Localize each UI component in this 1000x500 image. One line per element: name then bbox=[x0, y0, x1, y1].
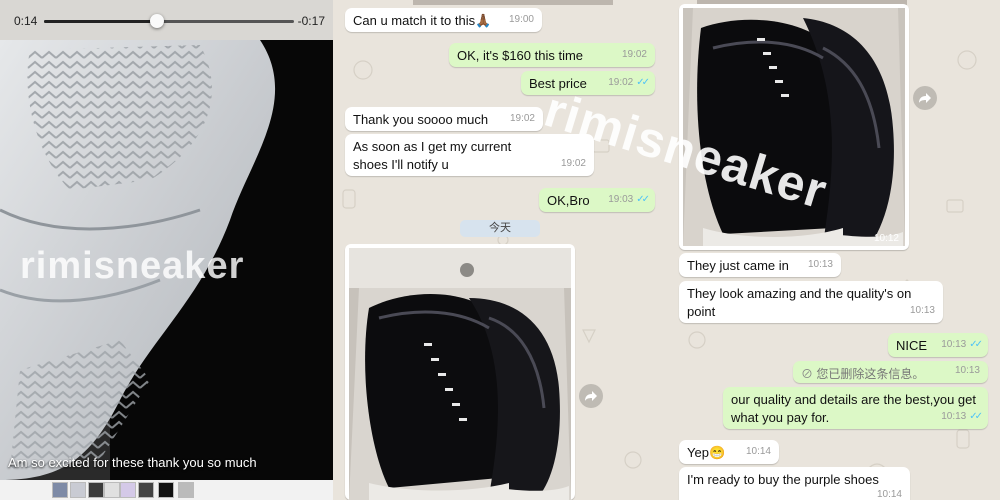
blocked-icon: ⊘ bbox=[801, 367, 817, 381]
chat-message-outgoing[interactable]: OK, it's $160 this time 19:02 bbox=[449, 43, 655, 67]
message-meta: 19:03 ✓✓ bbox=[608, 191, 650, 209]
forward-arrow-icon bbox=[919, 93, 931, 103]
chat-message-incoming[interactable]: Can u match it to this🙏🏾 19:00 bbox=[345, 8, 542, 32]
image-message[interactable] bbox=[345, 244, 575, 500]
day-divider: 今天 bbox=[460, 220, 540, 237]
message-meta: 10:13 ✓✓ bbox=[941, 336, 983, 354]
message-time: 19:00 bbox=[508, 14, 534, 25]
message-text: I'm ready to buy the purple shoes bbox=[687, 472, 879, 487]
message-time: 10:13 bbox=[941, 411, 967, 422]
thumbnail[interactable] bbox=[52, 482, 68, 498]
message-time: 10:13 bbox=[954, 365, 980, 376]
message-meta: 19:02 ✓✓ bbox=[608, 74, 650, 92]
message-time: 10:13 bbox=[909, 305, 935, 316]
chat-message-incoming[interactable]: As soon as I get my current shoes I'll n… bbox=[345, 134, 594, 176]
read-receipt-icon: ✓✓ bbox=[969, 339, 983, 350]
message-text: As soon as I get my current shoes I'll n… bbox=[353, 139, 512, 172]
forward-button[interactable] bbox=[579, 384, 603, 408]
image-time: 10:12 bbox=[873, 233, 899, 244]
message-time: 10:14 bbox=[745, 446, 771, 457]
message-time: 19:02 bbox=[560, 158, 586, 169]
read-receipt-icon: ✓✓ bbox=[969, 411, 983, 422]
story-caption: Am so excited for these thank you so muc… bbox=[8, 455, 257, 470]
thumbnail[interactable] bbox=[88, 482, 104, 498]
thumbnail-strip bbox=[0, 480, 333, 500]
video-scrubber-bar: 0:14 -0:17 bbox=[0, 0, 333, 40]
message-text: Thank you soooo much bbox=[353, 112, 489, 127]
chat-message-outgoing[interactable]: NICE 10:13 ✓✓ bbox=[888, 333, 988, 357]
chat-panel-middle: Can u match it to this🙏🏾 19:00 OK, it's … bbox=[333, 0, 667, 500]
video-story-panel: 0:14 -0:17 rimisneaker Am so excited for… bbox=[0, 0, 333, 500]
sneakers-in-box-photo bbox=[349, 248, 571, 500]
message-time: 10:13 bbox=[941, 339, 967, 350]
message-text: Yep😁 bbox=[687, 445, 726, 460]
chat-message-incoming[interactable]: Thank you soooo much 19:02 bbox=[345, 107, 543, 131]
message-text: Can u match it to this🙏🏾 bbox=[353, 13, 492, 28]
chat-message-outgoing-deleted[interactable]: ⊘ 您已删除这条信息。 10:13 bbox=[793, 361, 988, 383]
top-edge bbox=[413, 0, 613, 5]
message-time: 10:14 bbox=[876, 489, 902, 500]
sneaker-sole-video bbox=[0, 40, 333, 480]
chat-message-outgoing[interactable]: our quality and details are the best,you… bbox=[723, 387, 988, 429]
message-text: NICE bbox=[896, 338, 928, 353]
sneakers-in-box-photo bbox=[683, 8, 905, 246]
thumbnail[interactable] bbox=[120, 482, 136, 498]
message-text: 您已删除这条信息。 bbox=[816, 367, 925, 381]
elapsed-time: 0:14 bbox=[14, 14, 38, 28]
chat-message-incoming[interactable]: I'm ready to buy the purple shoes 10:14 bbox=[679, 467, 910, 500]
forward-arrow-icon bbox=[585, 391, 597, 401]
thumbnail[interactable] bbox=[70, 482, 86, 498]
message-time: 19:02 bbox=[509, 113, 535, 124]
message-time: 19:02 bbox=[621, 49, 647, 60]
message-text: OK, it's $160 this time bbox=[457, 48, 584, 63]
message-time: 19:02 bbox=[608, 77, 634, 88]
message-text: They look amazing and the quality's on p… bbox=[687, 286, 912, 319]
chat-message-incoming[interactable]: They just came in 10:13 bbox=[679, 253, 841, 277]
thumbnail[interactable] bbox=[158, 482, 174, 498]
message-meta: 10:13 ✓✓ bbox=[941, 408, 983, 426]
chat-message-outgoing[interactable]: Best price 19:02 ✓✓ bbox=[521, 71, 655, 95]
remaining-time: -0:17 bbox=[297, 14, 325, 28]
read-receipt-icon: ✓✓ bbox=[636, 77, 650, 88]
chat-message-incoming[interactable]: They look amazing and the quality's on p… bbox=[679, 281, 943, 323]
chat-message-outgoing[interactable]: OK,Bro 19:03 ✓✓ bbox=[539, 188, 655, 212]
read-receipt-icon: ✓✓ bbox=[636, 194, 650, 205]
message-text: OK,Bro bbox=[547, 193, 590, 208]
image-message[interactable]: 10:12 bbox=[679, 4, 909, 250]
thumbnail[interactable] bbox=[104, 482, 120, 498]
chat-message-incoming[interactable]: Yep😁 10:14 bbox=[679, 440, 779, 464]
message-text: our quality and details are the best,you… bbox=[731, 392, 976, 425]
message-time: 19:03 bbox=[608, 194, 634, 205]
progress-fill bbox=[44, 20, 157, 23]
message-text: They just came in bbox=[687, 258, 789, 273]
thumbnail[interactable] bbox=[178, 482, 194, 498]
scrubber-handle[interactable] bbox=[149, 14, 164, 28]
message-time: 10:13 bbox=[807, 259, 833, 270]
progress-track[interactable] bbox=[44, 20, 294, 23]
thumbnail[interactable] bbox=[138, 482, 154, 498]
chat-panel-right: 10:12 They just came in 10:13 They look … bbox=[667, 0, 1000, 500]
forward-button[interactable] bbox=[913, 86, 937, 110]
message-text: Best price bbox=[529, 76, 587, 91]
